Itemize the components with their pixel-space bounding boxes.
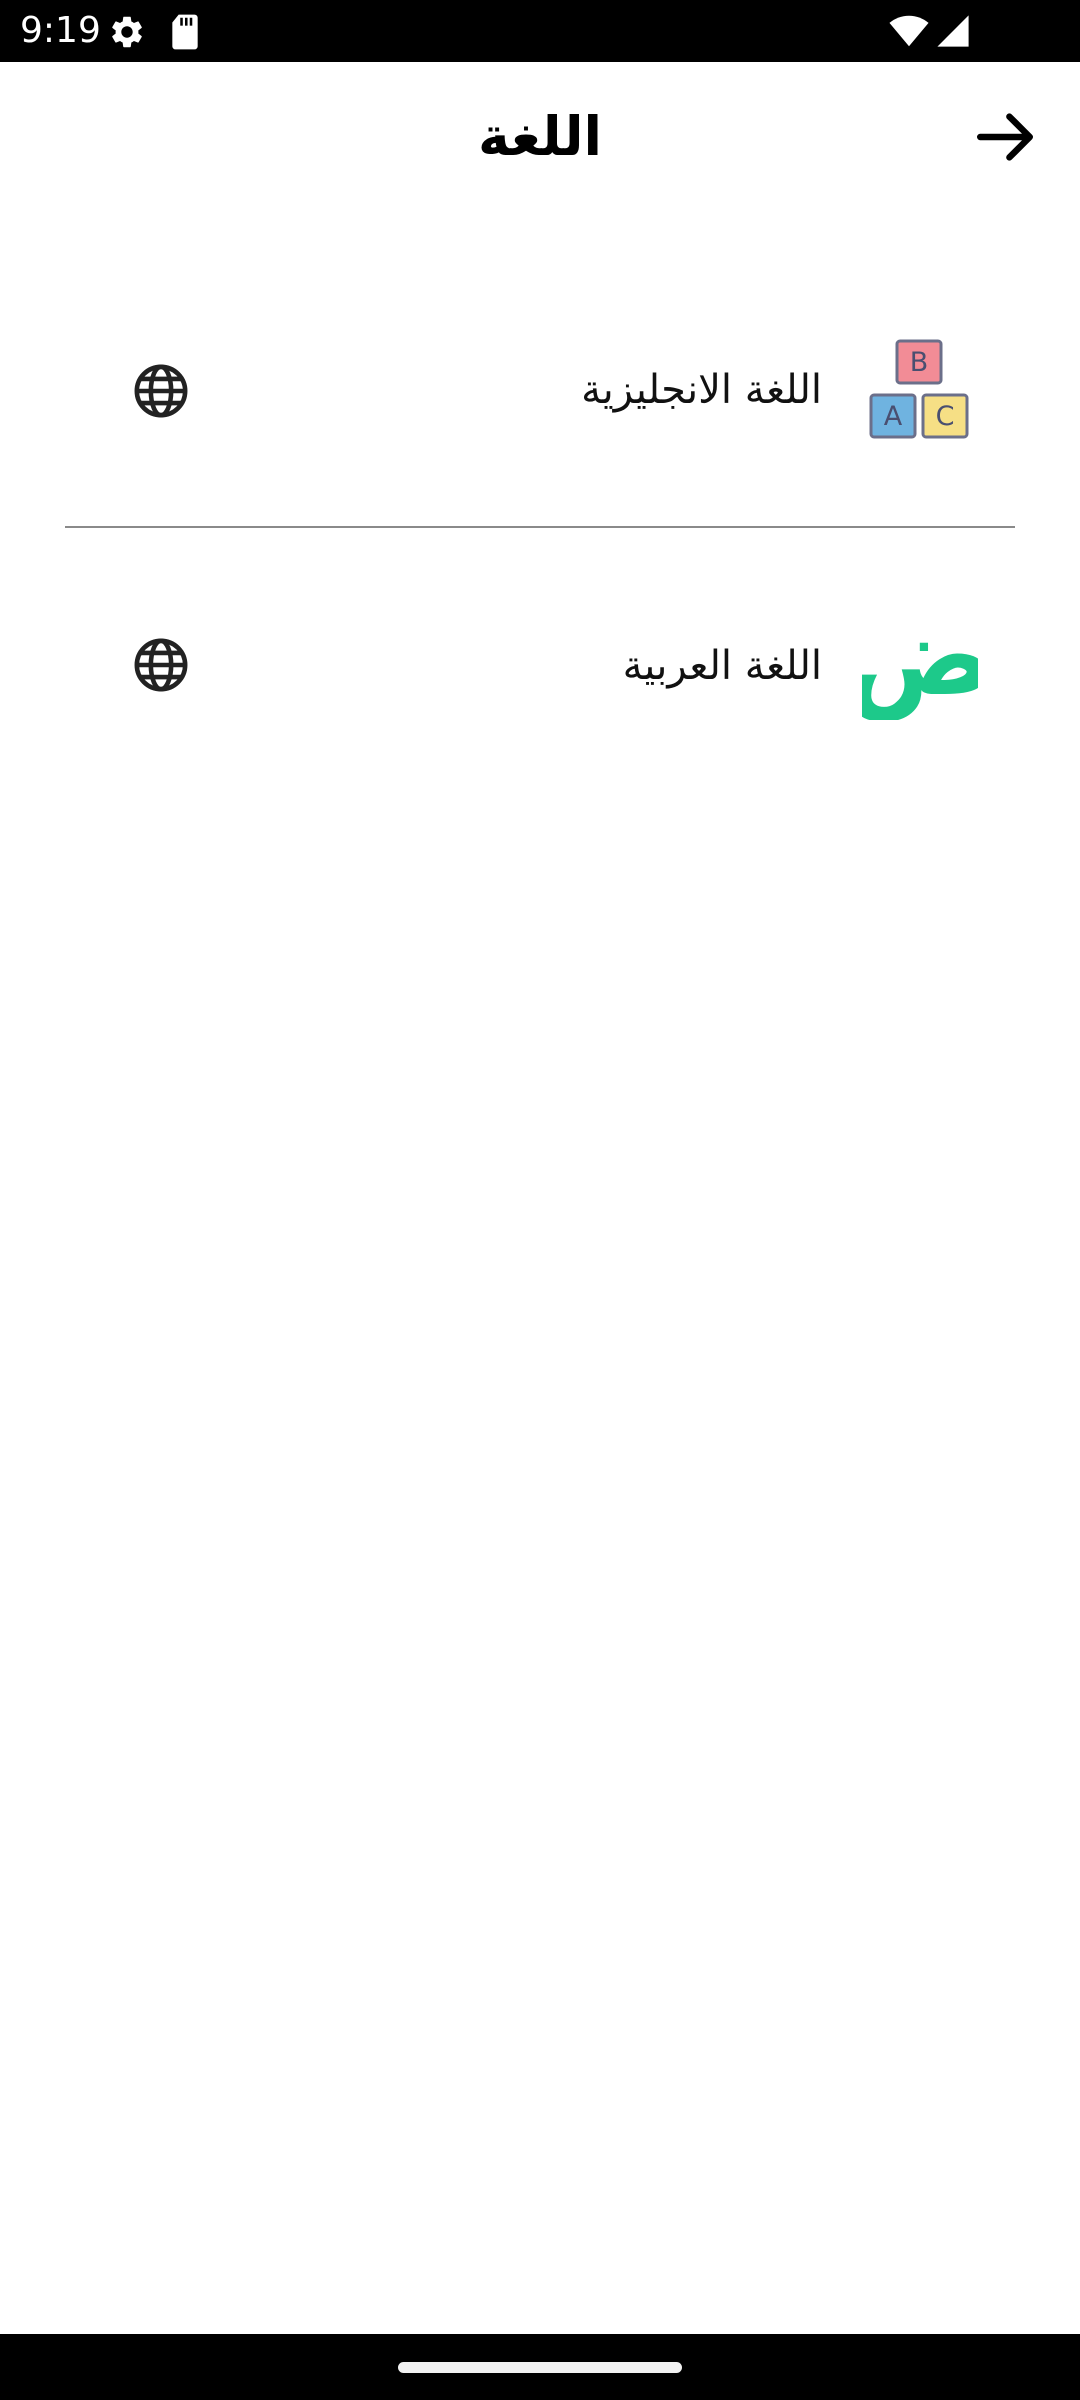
block-letter-b: B <box>910 347 929 378</box>
globe-icon[interactable] <box>132 636 190 694</box>
language-item-english[interactable]: B A C اللغة الانجليزية <box>0 292 1080 492</box>
back-button[interactable] <box>970 102 1040 172</box>
block-letter-c: C <box>936 401 955 432</box>
sd-card-icon <box>168 13 202 55</box>
app-bar: اللغة <box>0 62 1080 212</box>
arrow-right-icon <box>977 113 1033 161</box>
divider <box>65 526 1015 528</box>
abc-blocks-icon: B A C <box>868 338 972 442</box>
status-bar: 9:19 <box>0 0 1080 62</box>
arabic-letter-icon: ض <box>845 590 996 722</box>
navigation-bar <box>0 2334 1080 2400</box>
home-handle[interactable] <box>398 2362 682 2373</box>
globe-icon[interactable] <box>132 362 190 420</box>
arabic-picture-letter: ض <box>862 591 978 720</box>
signal-icon <box>936 14 970 52</box>
block-letter-a: A <box>884 401 903 432</box>
language-label-english: اللغة الانجليزية <box>581 367 822 413</box>
language-screen: 9:19 اللغة B A C اللغة الانجليزية ض اللغ… <box>0 0 1080 2400</box>
wifi-icon <box>888 14 930 52</box>
settings-icon <box>108 13 146 55</box>
page-title: اللغة <box>477 105 603 168</box>
language-item-arabic[interactable]: ض اللغة العربية <box>0 566 1080 766</box>
status-time: 9:19 <box>20 10 101 51</box>
language-label-arabic: اللغة العربية <box>622 643 822 689</box>
